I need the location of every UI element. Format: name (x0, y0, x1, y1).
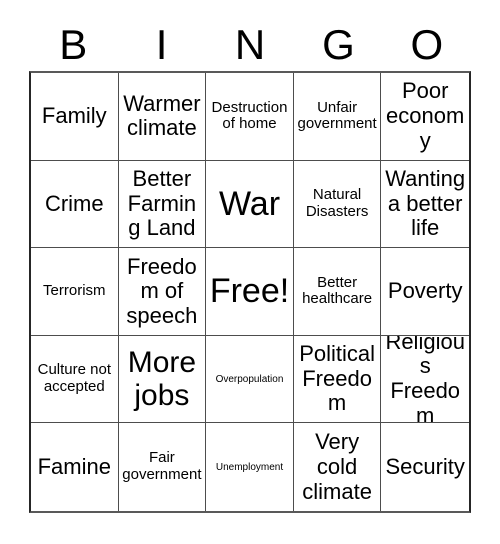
bingo-cell-r1c4[interactable]: Unfair government (293, 73, 382, 161)
bingo-cell-r2c4[interactable]: Natural Disasters (293, 160, 382, 249)
bingo-cell-label: Overpopulation (215, 373, 284, 385)
bingo-cell-label: Warmer climate (123, 90, 201, 141)
bingo-cell-label: Unfair government (297, 98, 377, 133)
bingo-header-letter-b: B (59, 20, 88, 68)
bingo-cell-r4c3[interactable]: Overpopulation (206, 335, 294, 424)
bingo-cell-r4c5[interactable]: Religious Freedom (381, 335, 469, 424)
bingo-header-letter-o: O (410, 20, 444, 68)
bingo-header-letter-g: G (322, 20, 355, 68)
bingo-cell-label: Wanting a better life (385, 165, 466, 241)
bingo-cell-label: Freedom of speech (126, 253, 198, 328)
bingo-cell-label: Crime (44, 190, 104, 216)
bingo-cell-r5c1[interactable]: Famine (31, 423, 119, 511)
bingo-cell-r5c2[interactable]: Fair government (118, 423, 207, 511)
bingo-cell-r4c1[interactable]: Culture not accepted (31, 335, 119, 424)
bingo-cell-label: Natural Disasters (305, 186, 369, 220)
bingo-card: B I N G O Family Warmer climate Destruction of… (0, 0, 500, 544)
bingo-cell-r5c3[interactable]: Unemployment (206, 423, 294, 511)
bingo-cell-r5c4[interactable]: Very cold climate (293, 423, 382, 511)
bingo-cell-label: Family (41, 102, 107, 128)
bingo-header-letter-n: N (234, 20, 266, 68)
bingo-cell-label: Religious Freedom (385, 335, 465, 424)
bingo-cell-label: Better healthcare (302, 273, 373, 308)
bingo-cell-label: War (218, 184, 281, 223)
bingo-cell-r3c2[interactable]: Freedom of speech (118, 248, 207, 336)
bingo-cell-r3c4[interactable]: Better healthcare (293, 248, 382, 336)
bingo-cell-r1c2[interactable]: Warmer climate (118, 73, 207, 161)
bingo-cell-r1c1[interactable]: Family (31, 73, 119, 161)
bingo-cell-r2c1[interactable]: Crime (31, 160, 119, 249)
bingo-header-letter-i: I (155, 20, 168, 68)
bingo-cell-label: Poverty (387, 278, 463, 304)
bingo-cell-label: More jobs (127, 345, 197, 413)
bingo-cell-label: Free! (209, 272, 290, 311)
bingo-cell-label: Destruction of home (211, 98, 288, 133)
bingo-cell-r2c3[interactable]: War (206, 160, 294, 249)
bingo-cell-label: Fair government (122, 449, 202, 484)
bingo-cell-label: Unemployment (215, 461, 284, 473)
bingo-cell-r3c3[interactable]: Free! (206, 248, 294, 336)
bingo-cell-label: Poor economy (386, 78, 465, 153)
bingo-cell-r3c5[interactable]: Poverty (381, 248, 469, 336)
bingo-cell-label: Culture not accepted (37, 361, 111, 396)
bingo-cell-r3c1[interactable]: Terrorism (31, 248, 119, 336)
bingo-cell-label: Very cold climate (302, 429, 372, 504)
bingo-cell-r2c2[interactable]: Better Farming Land (118, 160, 207, 249)
bingo-cell-label: Political Freedom (299, 341, 375, 416)
bingo-cell-r5c5[interactable]: Security (381, 423, 469, 511)
bingo-cell-r4c4[interactable]: Political Freedom (293, 335, 382, 424)
bingo-cell-label: Security (385, 453, 465, 479)
bingo-cell-label: Terrorism (43, 282, 106, 300)
bingo-cell-label: Better Farming Land (127, 165, 197, 241)
bingo-grid: Family Warmer climate Destruction of home U… (29, 71, 471, 513)
bingo-cell-r1c3[interactable]: Destruction of home (206, 73, 294, 161)
bingo-cell-r1c5[interactable]: Poor economy (381, 73, 469, 161)
bingo-cell-r2c5[interactable]: Wanting a better life (381, 160, 469, 249)
bingo-header-row: BINGO (29, 18, 471, 71)
bingo-cell-label: Famine (37, 453, 111, 479)
bingo-cell-r4c2[interactable]: More jobs (118, 335, 207, 424)
